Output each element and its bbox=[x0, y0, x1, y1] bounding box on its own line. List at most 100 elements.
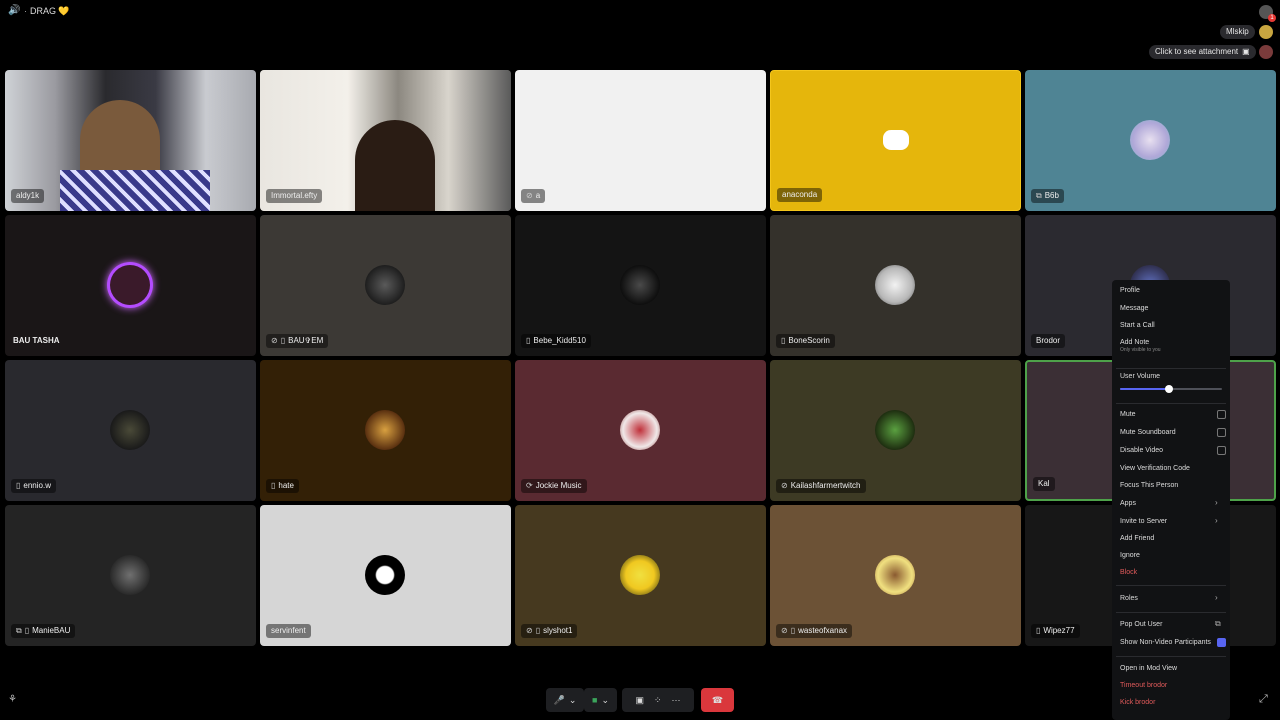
pop-out-icon: ⧉ bbox=[1215, 619, 1221, 628]
video-tile[interactable]: ⊘ Kailashfarmertwitch bbox=[770, 360, 1021, 501]
activity-icon[interactable]: ⁘ bbox=[654, 695, 662, 706]
phone-icon: ▯ bbox=[280, 336, 286, 345]
phone-icon: ▯ bbox=[526, 336, 531, 345]
menu-divider bbox=[1116, 612, 1226, 613]
menu-divider bbox=[1116, 585, 1226, 586]
user-volume-slider[interactable] bbox=[1120, 385, 1222, 393]
apps-chevron-right-icon: › bbox=[1215, 498, 1218, 507]
menu-show-non-video[interactable]: Show Non-Video Participants bbox=[1120, 639, 1211, 646]
video-tile[interactable]: aldy1k bbox=[5, 70, 256, 211]
menu-block[interactable]: Block bbox=[1120, 569, 1137, 576]
menu-profile[interactable]: Profile bbox=[1120, 287, 1140, 294]
channel-name: DRAG bbox=[30, 6, 57, 16]
user-pill[interactable]: Mlskip bbox=[1220, 25, 1255, 39]
menu-invite-to-server[interactable]: Invite to Server bbox=[1120, 518, 1167, 525]
deafened-icon: ⊘ bbox=[781, 626, 788, 635]
video-tile[interactable]: ⊘ ▯ BAU✞EM bbox=[260, 215, 511, 356]
disconnect-button[interactable]: ☎ bbox=[701, 688, 734, 712]
user-volume-handle[interactable] bbox=[1164, 385, 1173, 393]
screen-share-icon: ⧉ bbox=[16, 626, 22, 635]
video-tile[interactable]: ▯ BoneScorin bbox=[770, 215, 1021, 356]
participant-name-text: a bbox=[535, 191, 541, 200]
user-pill-avatar[interactable] bbox=[1259, 25, 1273, 39]
video-tile[interactable]: Immortal.efty bbox=[260, 70, 511, 211]
deafened-icon: ⊘ bbox=[781, 481, 788, 490]
phone-icon: ▯ bbox=[16, 481, 21, 490]
menu-view-verification-code[interactable]: View Verification Code bbox=[1120, 465, 1190, 472]
video-tile[interactable]: servinfent bbox=[260, 505, 511, 646]
menu-apps[interactable]: Apps bbox=[1120, 500, 1136, 507]
mute-checkbox[interactable] bbox=[1217, 410, 1226, 419]
phone-icon: ▯ bbox=[1036, 626, 1041, 635]
participant-name-text: BAU TASHA bbox=[13, 336, 60, 345]
video-tile[interactable]: ⊘ ▯ slyshot1 bbox=[515, 505, 766, 646]
camera-button[interactable]: ■ ⌄ bbox=[584, 688, 617, 712]
menu-start-call[interactable]: Start a Call bbox=[1120, 322, 1155, 329]
disable-video-checkbox[interactable] bbox=[1217, 446, 1226, 455]
participant-name: Brodor bbox=[1031, 334, 1066, 348]
channel-emoji: 💛 bbox=[58, 6, 70, 16]
roles-chevron-right-icon: › bbox=[1215, 593, 1218, 602]
video-tile[interactable]: ▯ hate bbox=[260, 360, 511, 501]
mic-button[interactable]: 🎤 ⌄ bbox=[546, 688, 584, 712]
avatar bbox=[875, 410, 915, 450]
attachment-avatar[interactable] bbox=[1259, 45, 1273, 59]
more-icon[interactable]: ··· bbox=[672, 695, 681, 705]
phone-icon: ▯ bbox=[271, 481, 276, 490]
inbox-avatar-icon[interactable]: 1 bbox=[1259, 5, 1276, 22]
menu-add-note[interactable]: Add Note Only visible to you bbox=[1120, 339, 1161, 353]
mute-soundboard-checkbox[interactable] bbox=[1217, 428, 1226, 437]
menu-mute-soundboard[interactable]: Mute Soundboard bbox=[1120, 429, 1176, 436]
attachment-pill[interactable]: Click to see attachment ▣ bbox=[1149, 45, 1256, 59]
bot-icon: ⟳ bbox=[526, 481, 533, 490]
menu-open-mod-view[interactable]: Open in Mod View bbox=[1120, 665, 1177, 672]
speaker-icon[interactable]: 🔊 bbox=[8, 6, 20, 16]
fullscreen-icon[interactable]: ⤢ bbox=[1259, 693, 1271, 705]
menu-divider bbox=[1116, 368, 1226, 369]
user-volume-fill bbox=[1120, 388, 1169, 390]
avatar bbox=[110, 265, 150, 305]
show-non-video-checkbox[interactable] bbox=[1217, 638, 1226, 647]
video-tile[interactable]: anaconda bbox=[770, 70, 1021, 211]
menu-mute[interactable]: Mute bbox=[1120, 411, 1136, 418]
video-tile[interactable]: ⊘ a bbox=[515, 70, 766, 211]
participant-name: ▯ hate bbox=[266, 479, 299, 493]
video-tile[interactable]: ⊘ ▯ wasteofxanax bbox=[770, 505, 1021, 646]
avatar bbox=[620, 265, 660, 305]
action-group: ▣ ⁘ ··· bbox=[622, 688, 694, 712]
menu-ignore[interactable]: Ignore bbox=[1120, 552, 1140, 559]
screen-share-icon[interactable]: ▣ bbox=[635, 695, 644, 706]
menu-roles[interactable]: Roles bbox=[1120, 595, 1138, 602]
participant-name-text: Bebe_Kidd510 bbox=[533, 336, 586, 345]
video-tile[interactable]: ⧉ ▯ ManieBAU bbox=[5, 505, 256, 646]
menu-focus-person[interactable]: Focus This Person bbox=[1120, 482, 1178, 489]
phone-icon: ▯ bbox=[781, 336, 786, 345]
activities-icon[interactable]: ⚘ bbox=[8, 694, 20, 706]
chevron-down-icon[interactable]: ⌄ bbox=[569, 695, 577, 706]
menu-message[interactable]: Message bbox=[1120, 305, 1148, 312]
hang-up-icon: ☎ bbox=[711, 694, 724, 705]
menu-kick[interactable]: Kick brodor bbox=[1120, 699, 1155, 706]
participant-name-text: BoneScorin bbox=[788, 336, 830, 345]
video-tile[interactable]: ▯ ennio.w bbox=[5, 360, 256, 501]
avatar bbox=[875, 265, 915, 305]
image-icon: ▣ bbox=[1242, 47, 1250, 56]
menu-disable-video[interactable]: Disable Video bbox=[1120, 447, 1163, 454]
video-tile[interactable]: ⧉ B6b bbox=[1025, 70, 1276, 211]
menu-divider bbox=[1116, 403, 1226, 404]
video-tile[interactable]: BAU TASHA bbox=[5, 215, 256, 356]
participant-name: Kal bbox=[1033, 477, 1055, 491]
phone-icon: ▯ bbox=[24, 626, 30, 635]
video-tile[interactable]: ⟳ Jockie Music bbox=[515, 360, 766, 501]
menu-timeout[interactable]: Timeout brodor bbox=[1120, 682, 1167, 689]
participant-name-text: aldy1k bbox=[16, 191, 40, 200]
avatar bbox=[620, 410, 660, 450]
participant-name-text: ManieBAU bbox=[32, 626, 71, 635]
menu-add-friend[interactable]: Add Friend bbox=[1120, 535, 1154, 542]
participant-name: ▯ ennio.w bbox=[11, 479, 56, 493]
screen-share-icon: ⧉ bbox=[1036, 191, 1042, 200]
title-prefix: · bbox=[24, 6, 27, 16]
menu-pop-out-user[interactable]: Pop Out User bbox=[1120, 621, 1162, 628]
video-tile[interactable]: ▯ Bebe_Kidd510 bbox=[515, 215, 766, 356]
chevron-down-icon[interactable]: ⌄ bbox=[601, 695, 609, 706]
